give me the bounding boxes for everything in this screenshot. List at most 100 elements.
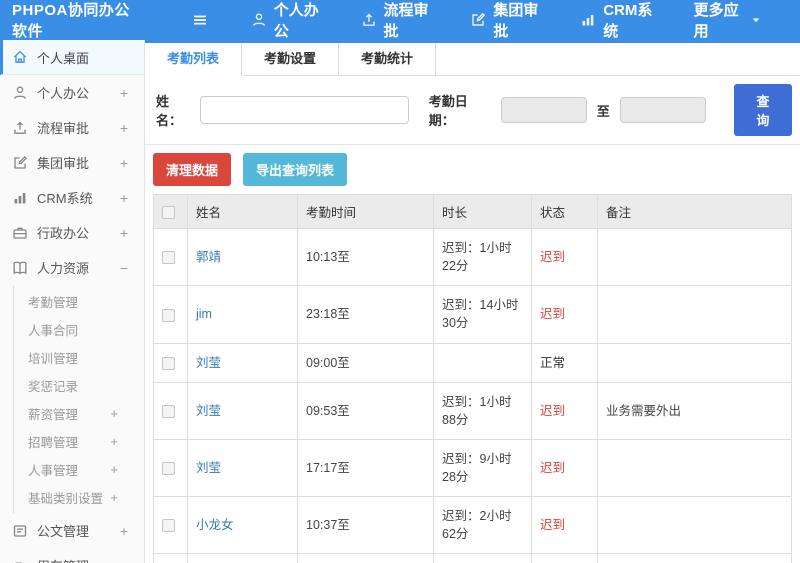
expand-icon[interactable]: +: [110, 490, 118, 505]
nav-group-approval[interactable]: 集团审批: [470, 0, 542, 41]
nav-label: CRM系统: [603, 2, 653, 40]
filter-bar: 姓名： 考勤日期： 至 查 询: [145, 76, 800, 145]
duration-cell: 迟到：14小时30分: [433, 285, 532, 344]
remark-cell: [597, 342, 792, 383]
attendance-time: 09:53至: [297, 381, 434, 440]
row-checkbox[interactable]: [162, 404, 175, 418]
row-checkbox[interactable]: [162, 356, 175, 370]
flow-icon: [12, 120, 28, 136]
nav-crm[interactable]: CRM系统: [580, 0, 655, 41]
expand-icon[interactable]: +: [120, 225, 128, 241]
employee-name-link[interactable]: 刘莹: [196, 461, 221, 475]
sidebar-item-document-mgmt[interactable]: 公文管理 +: [0, 513, 144, 548]
sidebar-subitem-label: 基础类别设置: [28, 491, 104, 506]
status-cell: 迟到: [531, 285, 598, 344]
name-filter-label: 姓名：: [156, 94, 183, 128]
attendance-table: 姓名 考勤时间 时长 状态 备注 郭靖 10:13至 迟到：1小时22分 迟到 …: [153, 194, 792, 563]
duration-cell: 迟到：1小时88分: [433, 381, 532, 440]
sidebar-item-vehicle-mgmt[interactable]: 用车管理 +: [0, 548, 144, 563]
sidebar-item-personal-desktop[interactable]: 个人桌面: [0, 40, 144, 75]
action-buttons: 清理数据 导出查询列表: [145, 145, 800, 194]
search-button[interactable]: 查 询: [733, 84, 792, 136]
sidebar-item-label: 流程审批: [37, 121, 90, 136]
expand-icon[interactable]: +: [120, 190, 128, 206]
sidebar-subitem-training-mgmt[interactable]: 培训管理: [14, 343, 144, 371]
sidebar-item-hr[interactable]: 人力资源 −: [0, 250, 144, 285]
select-all-checkbox[interactable]: [162, 205, 175, 219]
row-checkbox[interactable]: [162, 519, 175, 533]
table-row: 刘莹 09:00至 正常: [153, 342, 792, 383]
tab-attendance-stats[interactable]: 考勤统计: [339, 43, 437, 75]
row-checkbox[interactable]: [162, 308, 175, 322]
sidebar-item-crm[interactable]: CRM系统 +: [0, 180, 144, 215]
collapse-icon[interactable]: −: [120, 260, 128, 276]
attendance-time: 10:13至: [297, 227, 434, 287]
expand-icon[interactable]: +: [120, 558, 128, 563]
status-cell: 迟到/早退: [531, 553, 598, 563]
date-to-input[interactable]: [619, 97, 706, 123]
nav-personal-office[interactable]: 个人办公: [251, 0, 323, 41]
attendance-time: 17:17至: [297, 438, 434, 498]
nav-more-apps[interactable]: 更多应用: [694, 0, 762, 41]
nav-workflow-approval[interactable]: 流程审批: [361, 0, 433, 41]
select-all-cell: [153, 194, 188, 229]
content-area: 考勤列表 考勤设置 考勤统计 姓名： 考勤日期： 至 查 询 清理数据 导出查询…: [145, 40, 800, 563]
sidebar-item-group-approval[interactable]: 集团审批 +: [0, 145, 144, 180]
sidebar-item-label: 公文管理: [37, 524, 90, 539]
user-icon: [12, 85, 28, 101]
export-list-button[interactable]: 导出查询列表: [243, 153, 348, 186]
nav-label: 个人办公: [273, 2, 319, 40]
home-icon: [12, 49, 28, 65]
sidebar-item-label: 人力资源: [37, 261, 90, 276]
tab-attendance-settings[interactable]: 考勤设置: [242, 43, 340, 75]
sidebar-subitem-base-category-settings[interactable]: 基础类别设置 +: [14, 483, 144, 511]
status-cell: 正常: [531, 342, 598, 383]
col-header-duration: 时长: [433, 194, 532, 229]
sidebar-item-workflow-approval[interactable]: 流程审批 +: [0, 110, 144, 145]
sidebar-item-label: CRM系统: [37, 191, 93, 206]
sidebar-item-admin-office[interactable]: 行政办公 +: [0, 215, 144, 250]
date-from-input[interactable]: [500, 97, 587, 123]
tab-attendance-list[interactable]: 考勤列表: [145, 43, 243, 76]
nav-label: 集团审批: [493, 2, 539, 40]
expand-icon[interactable]: +: [110, 434, 118, 449]
clean-data-button[interactable]: 清理数据: [153, 153, 232, 186]
expand-icon[interactable]: +: [120, 155, 128, 171]
name-filter-input[interactable]: [200, 96, 409, 124]
table-row: 小龙女 10:37至 迟到：2小时62分 迟到: [153, 496, 792, 555]
sidebar-subitem-reward-punish-records[interactable]: 奖惩记录: [14, 371, 144, 399]
table-row: 郭靖 10:13至 迟到：1小时22分 迟到: [153, 227, 792, 287]
sidebar-subitem-attendance-mgmt[interactable]: 考勤管理: [14, 287, 144, 315]
expand-icon[interactable]: +: [120, 120, 128, 136]
row-checkbox[interactable]: [162, 462, 175, 476]
remark-cell: [597, 285, 792, 344]
menu-toggle-icon[interactable]: [191, 12, 209, 28]
sidebar-subitem-salary-mgmt[interactable]: 薪资管理 +: [14, 399, 144, 427]
expand-icon[interactable]: +: [110, 462, 118, 477]
attendance-time: 10:54至10:54: [297, 553, 434, 563]
date-range-to-label: 至: [596, 103, 610, 119]
expand-icon[interactable]: +: [120, 523, 128, 539]
employee-name-link[interactable]: jim: [196, 307, 212, 321]
tab-bar: 考勤列表 考勤设置 考勤统计: [145, 43, 800, 76]
app-window: PHPOA协同办公软件 个人办公 流程审批 集团审批 CRM系统 更多应用 个人…: [0, 0, 800, 563]
sidebar-subitem-personnel-mgmt[interactable]: 人事管理 +: [14, 455, 144, 483]
status-cell: 迟到: [531, 227, 598, 287]
employee-name-link[interactable]: 郭靖: [196, 250, 221, 264]
employee-name-link[interactable]: 刘莹: [196, 404, 221, 418]
col-header-time: 考勤时间: [297, 194, 434, 229]
duration-cell: 迟到：1小时22分: [433, 227, 532, 287]
table-header-row: 姓名 考勤时间 时长 状态 备注: [153, 194, 792, 229]
nav-label: 更多应用: [693, 2, 739, 40]
employee-name-link[interactable]: 小龙女: [196, 518, 234, 532]
table-row: jim 23:18至 迟到：14小时30分 迟到: [153, 285, 792, 344]
sidebar-subitem-recruitment-mgmt[interactable]: 招聘管理 +: [14, 427, 144, 455]
sidebar-item-personal-office[interactable]: 个人办公 +: [0, 75, 144, 110]
duration-cell: 迟到：2小时62分: [433, 496, 532, 555]
employee-name-link[interactable]: 刘莹: [196, 356, 221, 370]
expand-icon[interactable]: +: [120, 85, 128, 101]
expand-icon[interactable]: +: [110, 406, 118, 421]
bar-chart-icon: [580, 12, 596, 28]
sidebar-subitem-personnel-contract[interactable]: 人事合同: [14, 315, 144, 343]
row-checkbox[interactable]: [162, 251, 175, 265]
